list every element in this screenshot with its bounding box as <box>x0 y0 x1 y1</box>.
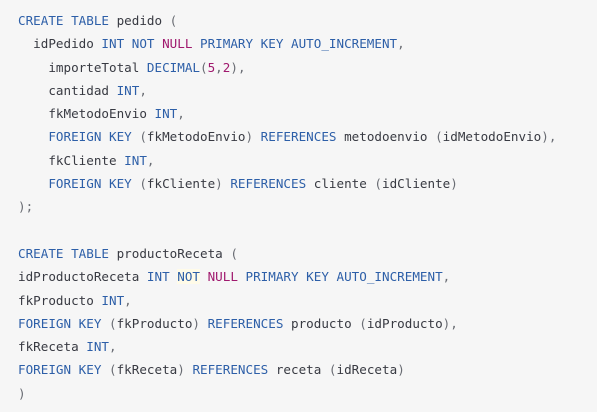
code-token: PRIMARY KEY AUTO_INCREMENT <box>192 36 398 52</box>
code-token: ) <box>450 176 458 192</box>
code-token: fkCliente <box>146 176 216 192</box>
code-line: FOREIGN KEY (fkCliente) REFERENCES clien… <box>18 172 597 195</box>
code-token: ( <box>109 362 117 378</box>
code-token: ), <box>230 59 246 75</box>
code-token: productoReceta <box>116 245 231 261</box>
code-token: idCliente <box>382 176 451 192</box>
code-token: CREATE TABLE <box>18 245 117 261</box>
code-token: fkMetodoEnvio <box>18 106 155 122</box>
code-token: , <box>442 269 451 285</box>
code-line: cantidad INT, <box>18 79 597 102</box>
code-token: INT NOT <box>101 36 163 52</box>
code-token: ); <box>18 199 34 215</box>
code-line: idPedido INT NOT NULL PRIMARY KEY AUTO_I… <box>18 32 597 55</box>
code-token: INT <box>101 292 125 308</box>
code-line: importeTotal DECIMAL(5,2), <box>18 56 597 79</box>
code-token: DECIMAL <box>146 59 200 75</box>
code-token: , <box>215 59 223 75</box>
code-line: fkMetodoEnvio INT, <box>18 102 597 125</box>
code-token: INT <box>146 269 178 285</box>
code-token: REFERENCES <box>230 176 314 192</box>
code-token: ) <box>215 176 231 192</box>
code-token: fkProducto <box>116 315 193 331</box>
code-line: fkReceta INT, <box>18 335 597 358</box>
code-token: , <box>124 292 132 308</box>
code-token: ) <box>397 362 405 378</box>
code-token: ( <box>328 362 337 378</box>
code-token: , <box>109 339 117 355</box>
code-token: ) <box>192 315 208 331</box>
code-token: idProductoReceta <box>18 269 147 285</box>
code-token: ( <box>359 315 367 331</box>
code-token: NULL <box>207 269 238 285</box>
code-token: REFERENCES <box>207 315 291 331</box>
code-token: INT <box>116 82 140 98</box>
code-token: , <box>397 36 405 52</box>
code-token: , <box>177 106 185 122</box>
code-token: idMetodoEnvio <box>442 129 542 145</box>
code-token: ( <box>199 59 208 75</box>
code-token: idReceta <box>336 362 398 378</box>
code-token: NOT <box>177 269 200 285</box>
code-token: , <box>139 82 147 98</box>
code-token: ( <box>435 129 443 145</box>
code-token: ( <box>230 245 238 261</box>
code-token: INT <box>86 339 109 355</box>
code-token: ), <box>442 315 458 331</box>
code-token: CREATE TABLE <box>18 13 117 28</box>
code-line: fkProducto INT, <box>18 289 597 312</box>
code-token: INT <box>124 152 147 168</box>
code-token: FOREIGN KEY <box>18 129 140 145</box>
code-token: receta <box>275 362 329 378</box>
code-token: REFERENCES <box>260 129 345 145</box>
code-token: FOREIGN KEY <box>18 176 140 192</box>
code-token: ( <box>109 315 117 331</box>
code-token: REFERENCES <box>192 362 276 378</box>
code-token: ) <box>18 385 26 401</box>
code-token: fkCliente <box>18 152 125 168</box>
code-line: FOREIGN KEY (fkMetodoEnvio) REFERENCES m… <box>18 125 597 148</box>
code-token: importeTotal <box>18 59 147 75</box>
code-token: producto <box>291 315 360 331</box>
code-token: , <box>146 152 155 168</box>
code-line: CREATE TABLE pedido ( <box>18 9 597 32</box>
code-line: fkCliente INT, <box>18 149 597 172</box>
code-line: FOREIGN KEY (fkReceta) REFERENCES receta… <box>18 358 597 381</box>
code-token: pedido <box>116 13 170 28</box>
code-token: ( <box>139 129 147 145</box>
code-token: idPedido <box>18 36 102 52</box>
code-token: fkReceta <box>18 339 87 355</box>
code-token: ( <box>374 176 383 192</box>
code-token: cliente <box>313 176 375 192</box>
code-line: ); <box>18 195 597 218</box>
code-token: ( <box>139 176 147 192</box>
code-token: ) <box>177 362 193 378</box>
code-token: FOREIGN KEY <box>18 315 109 331</box>
code-token: NULL <box>162 36 193 52</box>
code-token: ( <box>169 13 178 28</box>
code-token: INT <box>154 106 178 122</box>
code-token: cantidad <box>18 82 117 98</box>
code-token: FOREIGN KEY <box>18 362 109 378</box>
code-token: idProducto <box>366 315 443 331</box>
code-token: fkReceta <box>116 362 178 378</box>
code-token: ) <box>245 129 261 145</box>
code-line: idProductoReceta INT NOT NULL PRIMARY KE… <box>18 265 597 288</box>
code-line: ) <box>18 382 597 405</box>
code-line: FOREIGN KEY (fkProducto) REFERENCES prod… <box>18 312 597 335</box>
code-token: metodoenvio <box>344 129 436 145</box>
code-token: fkMetodoEnvio <box>146 129 246 145</box>
code-token: ), <box>541 129 557 145</box>
code-token: fkProducto <box>18 292 102 308</box>
code-line: CREATE TABLE productoReceta ( <box>18 242 597 265</box>
sql-code-block: CREATE TABLE pedido ( idPedido INT NOT N… <box>0 0 597 412</box>
code-token: PRIMARY KEY AUTO_INCREMENT <box>237 269 443 285</box>
